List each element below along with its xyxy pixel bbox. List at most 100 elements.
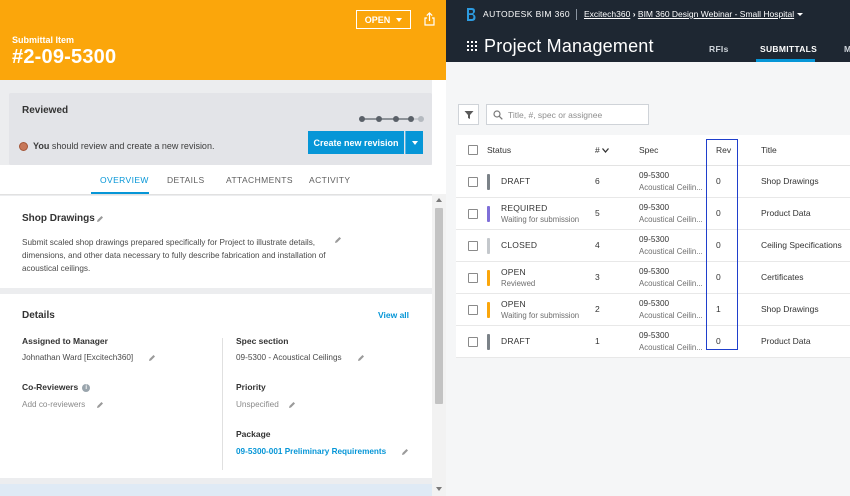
- spec-code: 09-5300: [639, 299, 670, 308]
- row-checkbox[interactable]: [468, 273, 478, 283]
- package-link[interactable]: 09-5300-001 Preliminary Requirements: [236, 447, 386, 456]
- review-note-actor: You: [33, 141, 50, 151]
- col-rev[interactable]: Rev: [716, 145, 731, 155]
- pencil-icon[interactable]: [148, 354, 156, 362]
- search-icon: [493, 109, 503, 120]
- table-row[interactable]: OPEN Waiting for submission 2 09-5300 Acoust…: [456, 294, 850, 326]
- submittal-type: Shop Drawings: [22, 213, 95, 224]
- bim360-logo-icon[interactable]: [466, 7, 476, 22]
- col-number[interactable]: #: [595, 145, 610, 155]
- status-label: OPEN: [501, 267, 526, 277]
- select-all-checkbox[interactable]: [468, 145, 478, 155]
- scroll-down-icon[interactable]: [436, 487, 442, 491]
- revision-number: 0: [716, 336, 721, 346]
- revision-number: 0: [716, 240, 721, 250]
- nav-tab-rfis[interactable]: RFIs: [709, 44, 729, 54]
- submittal-label: Submittal Item: [12, 35, 75, 45]
- pencil-icon[interactable]: [357, 354, 365, 362]
- pencil-icon[interactable]: [96, 401, 104, 409]
- tab-details[interactable]: DETAILS: [167, 175, 205, 185]
- create-revision-menu-button[interactable]: [405, 131, 423, 154]
- status-color-bar: [487, 238, 490, 254]
- review-note: You should review and create a new revis…: [19, 141, 214, 151]
- coreviewers-value[interactable]: Add co-reviewers: [22, 400, 85, 409]
- assigned-label: Assigned to Manager: [22, 336, 108, 346]
- submittal-description: Submit scaled shop drawings prepared spe…: [22, 238, 326, 273]
- status-color-bar: [487, 206, 490, 222]
- spec-name: Acoustical Ceilin...: [639, 215, 703, 224]
- coreviewers-label: Co-Reviewers: [22, 382, 79, 392]
- brand-separator: [576, 9, 577, 20]
- row-title[interactable]: Product Data: [761, 208, 811, 218]
- table-row[interactable]: REQUIRED Waiting for submission 5 09-5300 Ac…: [456, 198, 850, 230]
- breadcrumb-account[interactable]: Excitech360: [584, 9, 630, 19]
- col-status[interactable]: Status: [487, 145, 511, 155]
- col-title[interactable]: Title: [761, 145, 777, 155]
- table-row[interactable]: DRAFT 6 09-5300 Acoustical Ceilin... 0 Shop D…: [456, 166, 850, 198]
- revision-number: 0: [716, 272, 721, 282]
- pencil-icon[interactable]: [96, 215, 104, 223]
- substatus-label: Reviewed: [501, 279, 536, 288]
- row-number: 1: [595, 336, 600, 346]
- row-number: 3: [595, 272, 600, 282]
- next-section-peek: [0, 484, 432, 496]
- filter-icon: [464, 110, 473, 119]
- col-spec[interactable]: Spec: [639, 145, 658, 155]
- status-color-bar: [487, 302, 490, 318]
- filter-button[interactable]: [458, 104, 479, 125]
- nav-tab-more[interactable]: M: [844, 44, 850, 54]
- spec-name: Acoustical Ceilin...: [639, 343, 703, 352]
- pencil-icon[interactable]: [401, 448, 409, 456]
- review-state: Reviewed: [22, 105, 69, 116]
- row-checkbox[interactable]: [468, 337, 478, 347]
- scroll-up-icon[interactable]: [436, 198, 442, 202]
- row-title[interactable]: Shop Drawings: [761, 304, 819, 314]
- search-input[interactable]: [508, 109, 648, 120]
- tab-overview[interactable]: OVERVIEW: [100, 175, 149, 185]
- status-dropdown[interactable]: OPEN: [356, 10, 411, 29]
- pencil-icon[interactable]: [334, 236, 342, 244]
- tab-attachments[interactable]: ATTACHMENTS: [226, 175, 293, 185]
- row-checkbox[interactable]: [468, 305, 478, 315]
- info-icon[interactable]: i: [82, 383, 91, 392]
- status-label: DRAFT: [501, 176, 531, 186]
- share-icon[interactable]: [424, 12, 435, 26]
- detail-scrollbar[interactable]: [432, 194, 446, 496]
- breadcrumb[interactable]: Excitech360 › BIM 360 Design Webinar - S…: [584, 9, 804, 19]
- brand-name: AUTODESK BIM 360: [483, 9, 570, 19]
- row-title[interactable]: Certificates: [761, 272, 804, 282]
- details-section: Details View all Assigned to Manager Joh…: [0, 294, 432, 478]
- revision-number: 1: [716, 304, 721, 314]
- row-title[interactable]: Shop Drawings: [761, 176, 819, 186]
- search-box[interactable]: [486, 104, 649, 125]
- spec-name: Acoustical Ceilin...: [639, 311, 703, 320]
- row-checkbox[interactable]: [468, 209, 478, 219]
- app-grid-icon[interactable]: [467, 41, 477, 51]
- active-tab-indicator: [91, 192, 149, 194]
- priority-value: Unspecified: [236, 400, 279, 409]
- spec-code: 09-5300: [639, 331, 670, 340]
- status-color-bar: [487, 334, 490, 350]
- status-color-bar: [487, 270, 490, 286]
- revision-number: 0: [716, 176, 721, 186]
- spec-code: 09-5300: [639, 267, 670, 276]
- scrollbar-thumb[interactable]: [435, 208, 443, 404]
- chevron-down-icon: [396, 17, 403, 22]
- breadcrumb-project[interactable]: BIM 360 Design Webinar - Small Hospital: [638, 9, 794, 19]
- nav-tab-submittals[interactable]: SUBMITTALS: [760, 44, 817, 54]
- submittal-body: Reviewed You should review and create a …: [0, 80, 432, 496]
- table-row[interactable]: DRAFT 1 09-5300 Acoustical Ceilin... 0 Produc…: [456, 326, 850, 358]
- row-number: 6: [595, 176, 600, 186]
- pencil-icon[interactable]: [288, 401, 296, 409]
- submittal-number: #2-09-5300: [12, 46, 117, 68]
- submittals-list-panel: AUTODESK BIM 360 Excitech360 › BIM 360 D…: [446, 0, 850, 496]
- create-new-revision-button[interactable]: Create new revision: [308, 131, 404, 154]
- table-row[interactable]: OPEN Reviewed 3 09-5300 Acoustical Ceilin...…: [456, 262, 850, 294]
- row-title[interactable]: Product Data: [761, 336, 811, 346]
- row-checkbox[interactable]: [468, 177, 478, 187]
- row-title[interactable]: Ceiling Specifications: [761, 240, 842, 250]
- tab-activity[interactable]: ACTIVITY: [309, 175, 350, 185]
- row-checkbox[interactable]: [468, 241, 478, 251]
- table-row[interactable]: CLOSED 4 09-5300 Acoustical Ceilin... 0 Ceili…: [456, 230, 850, 262]
- view-all-link[interactable]: View all: [378, 310, 409, 320]
